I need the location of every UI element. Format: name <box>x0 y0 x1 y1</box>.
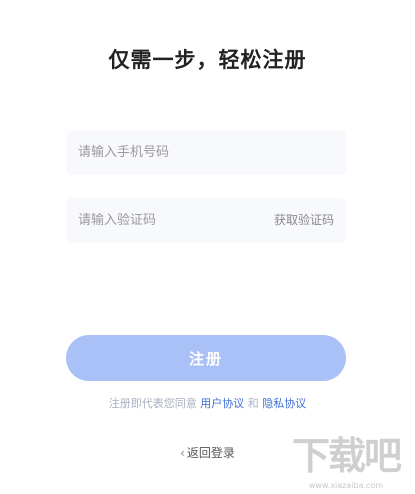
phone-field[interactable] <box>66 130 346 175</box>
verification-code-field[interactable]: 获取验证码 <box>66 198 346 243</box>
verification-code-input[interactable] <box>66 198 256 243</box>
back-to-login-label: 返回登录 <box>186 446 235 460</box>
watermark-brand: 下载吧 <box>291 434 402 478</box>
watermark-url: www.xiazaiba.com <box>308 481 384 490</box>
agreement-and: 和 <box>247 397 259 410</box>
agreement-text: 注册即代表您同意 用户协议 和 隐私协议 <box>0 395 415 411</box>
chevron-left-icon: ‹ <box>180 446 185 460</box>
agreement-prefix: 注册即代表您同意 <box>108 397 197 410</box>
user-agreement-link[interactable]: 用户协议 <box>200 397 244 410</box>
register-button[interactable]: 注册 <box>66 335 346 381</box>
page-title: 仅需一步，轻松注册 <box>108 48 307 72</box>
privacy-agreement-link[interactable]: 隐私协议 <box>262 397 306 410</box>
watermark-logo: 下载吧 www.xiazaiba.com <box>283 432 409 492</box>
get-code-button[interactable]: 获取验证码 <box>274 198 334 243</box>
phone-input[interactable] <box>66 130 346 175</box>
